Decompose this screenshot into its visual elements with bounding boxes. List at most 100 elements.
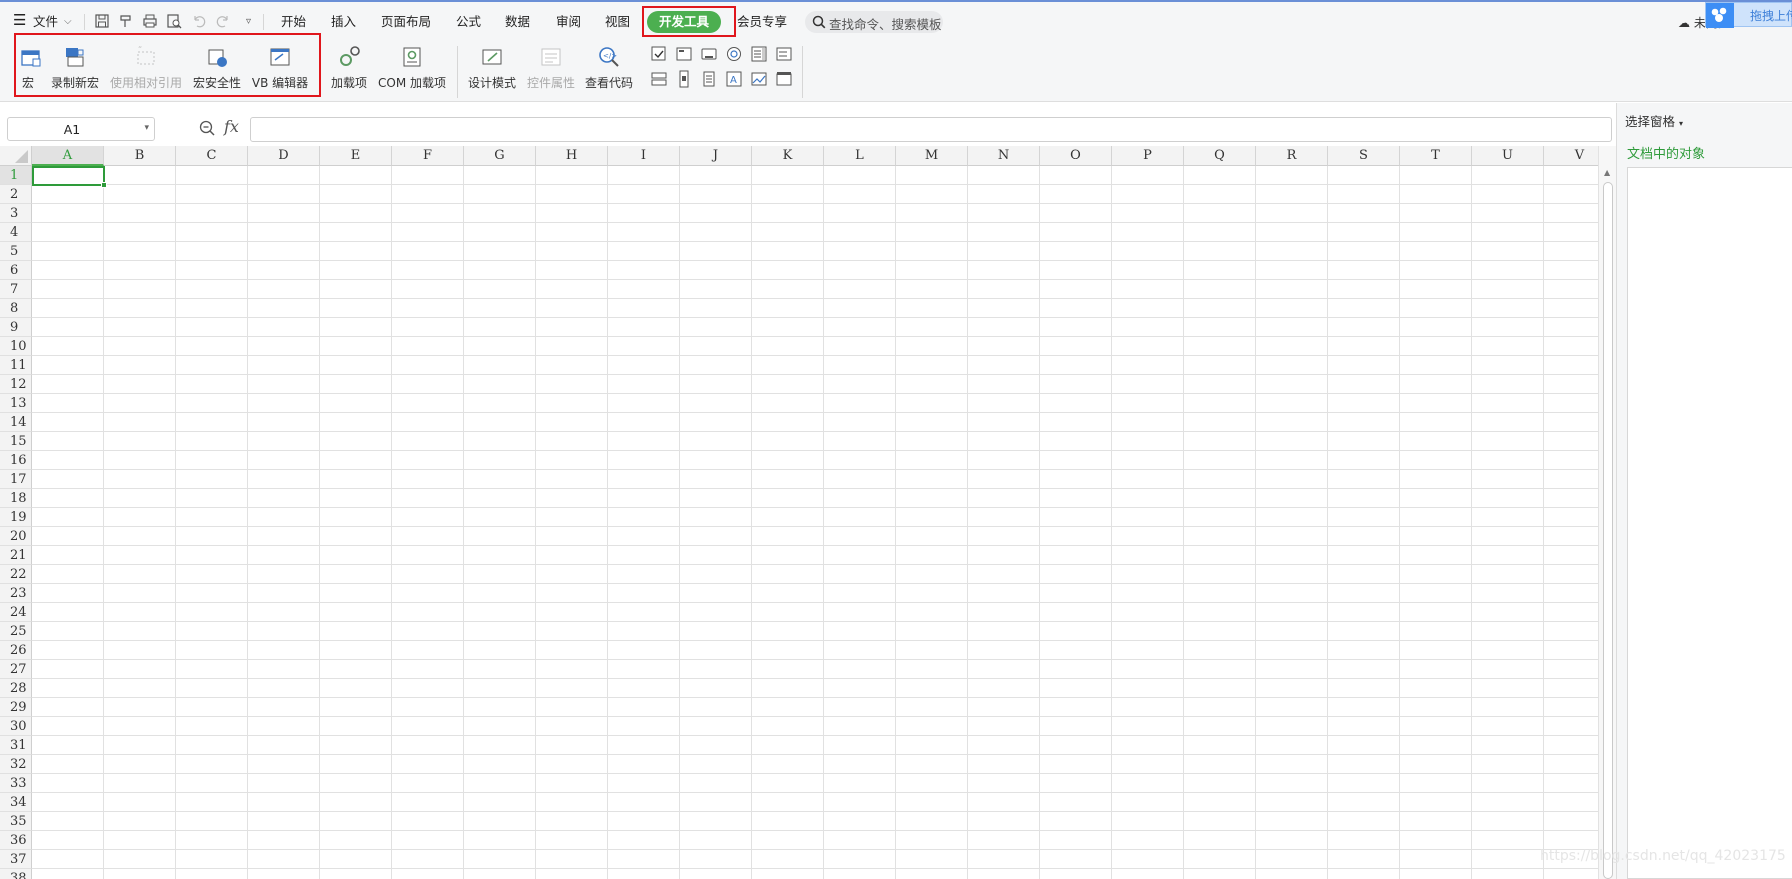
scrollbar-control-icon[interactable] [675,70,693,88]
baidu-upload-widget[interactable]: 拖拽上传 [1705,2,1792,28]
column-header-v[interactable]: V [1544,146,1598,166]
tab-member[interactable]: 会员专享 [737,13,787,31]
column-header-r[interactable]: R [1256,146,1328,166]
row-header-22[interactable]: 22 [0,565,32,584]
row-header-21[interactable]: 21 [0,546,32,565]
row-header-6[interactable]: 6 [0,261,32,280]
tab-data[interactable]: 数据 [505,13,530,31]
print-preview-icon[interactable] [165,12,183,30]
save-icon[interactable] [93,12,111,30]
row-header-4[interactable]: 4 [0,223,32,242]
column-header-k[interactable]: K [752,146,824,166]
combobox-control-icon[interactable] [775,45,793,63]
tab-review[interactable]: 审阅 [556,13,581,31]
row-header-17[interactable]: 17 [0,470,32,489]
tab-view[interactable]: 视图 [605,13,630,31]
row-header-1[interactable]: 1 [0,166,32,185]
column-header-q[interactable]: Q [1184,146,1256,166]
zoom-out-icon[interactable] [198,119,216,137]
frame-control-icon[interactable] [675,45,693,63]
column-header-t[interactable]: T [1400,146,1472,166]
name-box-dropdown-icon[interactable]: ▾ [144,123,149,133]
row-header-5[interactable]: 5 [0,242,32,261]
customize-toolbar-chevron-icon[interactable]: ▿ [246,13,251,31]
column-header-b[interactable]: B [104,146,176,166]
view-code-button[interactable]: </> 查看代码 [584,44,634,98]
active-cell-a1[interactable] [32,166,107,188]
row-header-32[interactable]: 32 [0,755,32,774]
control-properties-button[interactable]: 控件属性 [526,44,576,98]
column-header-e[interactable]: E [320,146,392,166]
selection-pane-title[interactable]: 选择窗格 ▾ [1625,111,1683,130]
print-icon[interactable] [141,12,159,30]
column-header-o[interactable]: O [1040,146,1112,166]
column-header-l[interactable]: L [824,146,896,166]
tab-insert[interactable]: 插入 [331,13,356,31]
file-menu[interactable]: 文件 [33,13,58,31]
column-header-d[interactable]: D [248,146,320,166]
row-header-15[interactable]: 15 [0,432,32,451]
row-header-25[interactable]: 25 [0,622,32,641]
column-header-f[interactable]: F [392,146,464,166]
row-header-31[interactable]: 31 [0,736,32,755]
row-header-13[interactable]: 13 [0,394,32,413]
row-header-18[interactable]: 18 [0,489,32,508]
option-button-control-icon[interactable] [725,45,743,63]
column-header-u[interactable]: U [1472,146,1544,166]
row-header-34[interactable]: 34 [0,793,32,812]
button-control-icon[interactable] [700,45,718,63]
column-header-n[interactable]: N [968,146,1040,166]
file-menu-chevron-icon[interactable]: ⌵ [64,13,72,31]
image-control-icon[interactable] [750,70,768,88]
tab-formulas[interactable]: 公式 [456,13,481,31]
select-all-corner[interactable] [0,146,32,166]
design-mode-button[interactable]: 设计模式 [467,44,517,98]
label-control-icon[interactable] [650,70,668,88]
row-header-14[interactable]: 14 [0,413,32,432]
row-header-19[interactable]: 19 [0,508,32,527]
column-header-c[interactable]: C [176,146,248,166]
row-header-3[interactable]: 3 [0,204,32,223]
vertical-scrollbar[interactable]: ▲ [1598,146,1616,879]
column-header-j[interactable]: J [680,146,752,166]
row-header-35[interactable]: 35 [0,812,32,831]
search-box[interactable]: 查找命令、搜索模板 [805,11,943,33]
redo-icon[interactable] [214,12,232,30]
row-header-24[interactable]: 24 [0,603,32,622]
scrollbar-thumb[interactable] [1603,182,1613,879]
column-header-h[interactable]: H [536,146,608,166]
row-header-11[interactable]: 11 [0,356,32,375]
cell-area[interactable] [32,166,1598,879]
toggle-control-icon[interactable] [775,70,793,88]
fill-handle[interactable] [101,182,107,188]
checkbox-control-icon[interactable] [650,45,668,63]
textbox-control-icon[interactable]: A [725,70,743,88]
tab-home[interactable]: 开始 [281,13,306,31]
column-header-s[interactable]: S [1328,146,1400,166]
row-header-26[interactable]: 26 [0,641,32,660]
formula-input[interactable] [250,117,1612,142]
row-header-20[interactable]: 20 [0,527,32,546]
column-header-i[interactable]: I [608,146,680,166]
row-header-9[interactable]: 9 [0,318,32,337]
row-header-28[interactable]: 28 [0,679,32,698]
com-addins-button[interactable]: COM 加载项 [376,44,448,98]
scroll-up-icon[interactable]: ▲ [1604,168,1610,177]
hamburger-menu-icon[interactable]: ☰ [13,11,26,29]
row-header-10[interactable]: 10 [0,337,32,356]
column-header-g[interactable]: G [464,146,536,166]
row-header-36[interactable]: 36 [0,831,32,850]
column-header-a[interactable]: A [32,146,104,166]
listbox-control-icon[interactable] [750,45,768,63]
row-header-16[interactable]: 16 [0,451,32,470]
format-painter-icon[interactable] [117,12,135,30]
row-header-38[interactable]: 38 [0,869,32,879]
objects-list[interactable] [1627,167,1792,879]
column-header-p[interactable]: P [1112,146,1184,166]
spinner-control-icon[interactable] [700,70,718,88]
column-header-m[interactable]: M [896,146,968,166]
name-box[interactable]: A1 ▾ [7,117,155,141]
row-header-33[interactable]: 33 [0,774,32,793]
row-header-2[interactable]: 2 [0,185,32,204]
row-header-30[interactable]: 30 [0,717,32,736]
